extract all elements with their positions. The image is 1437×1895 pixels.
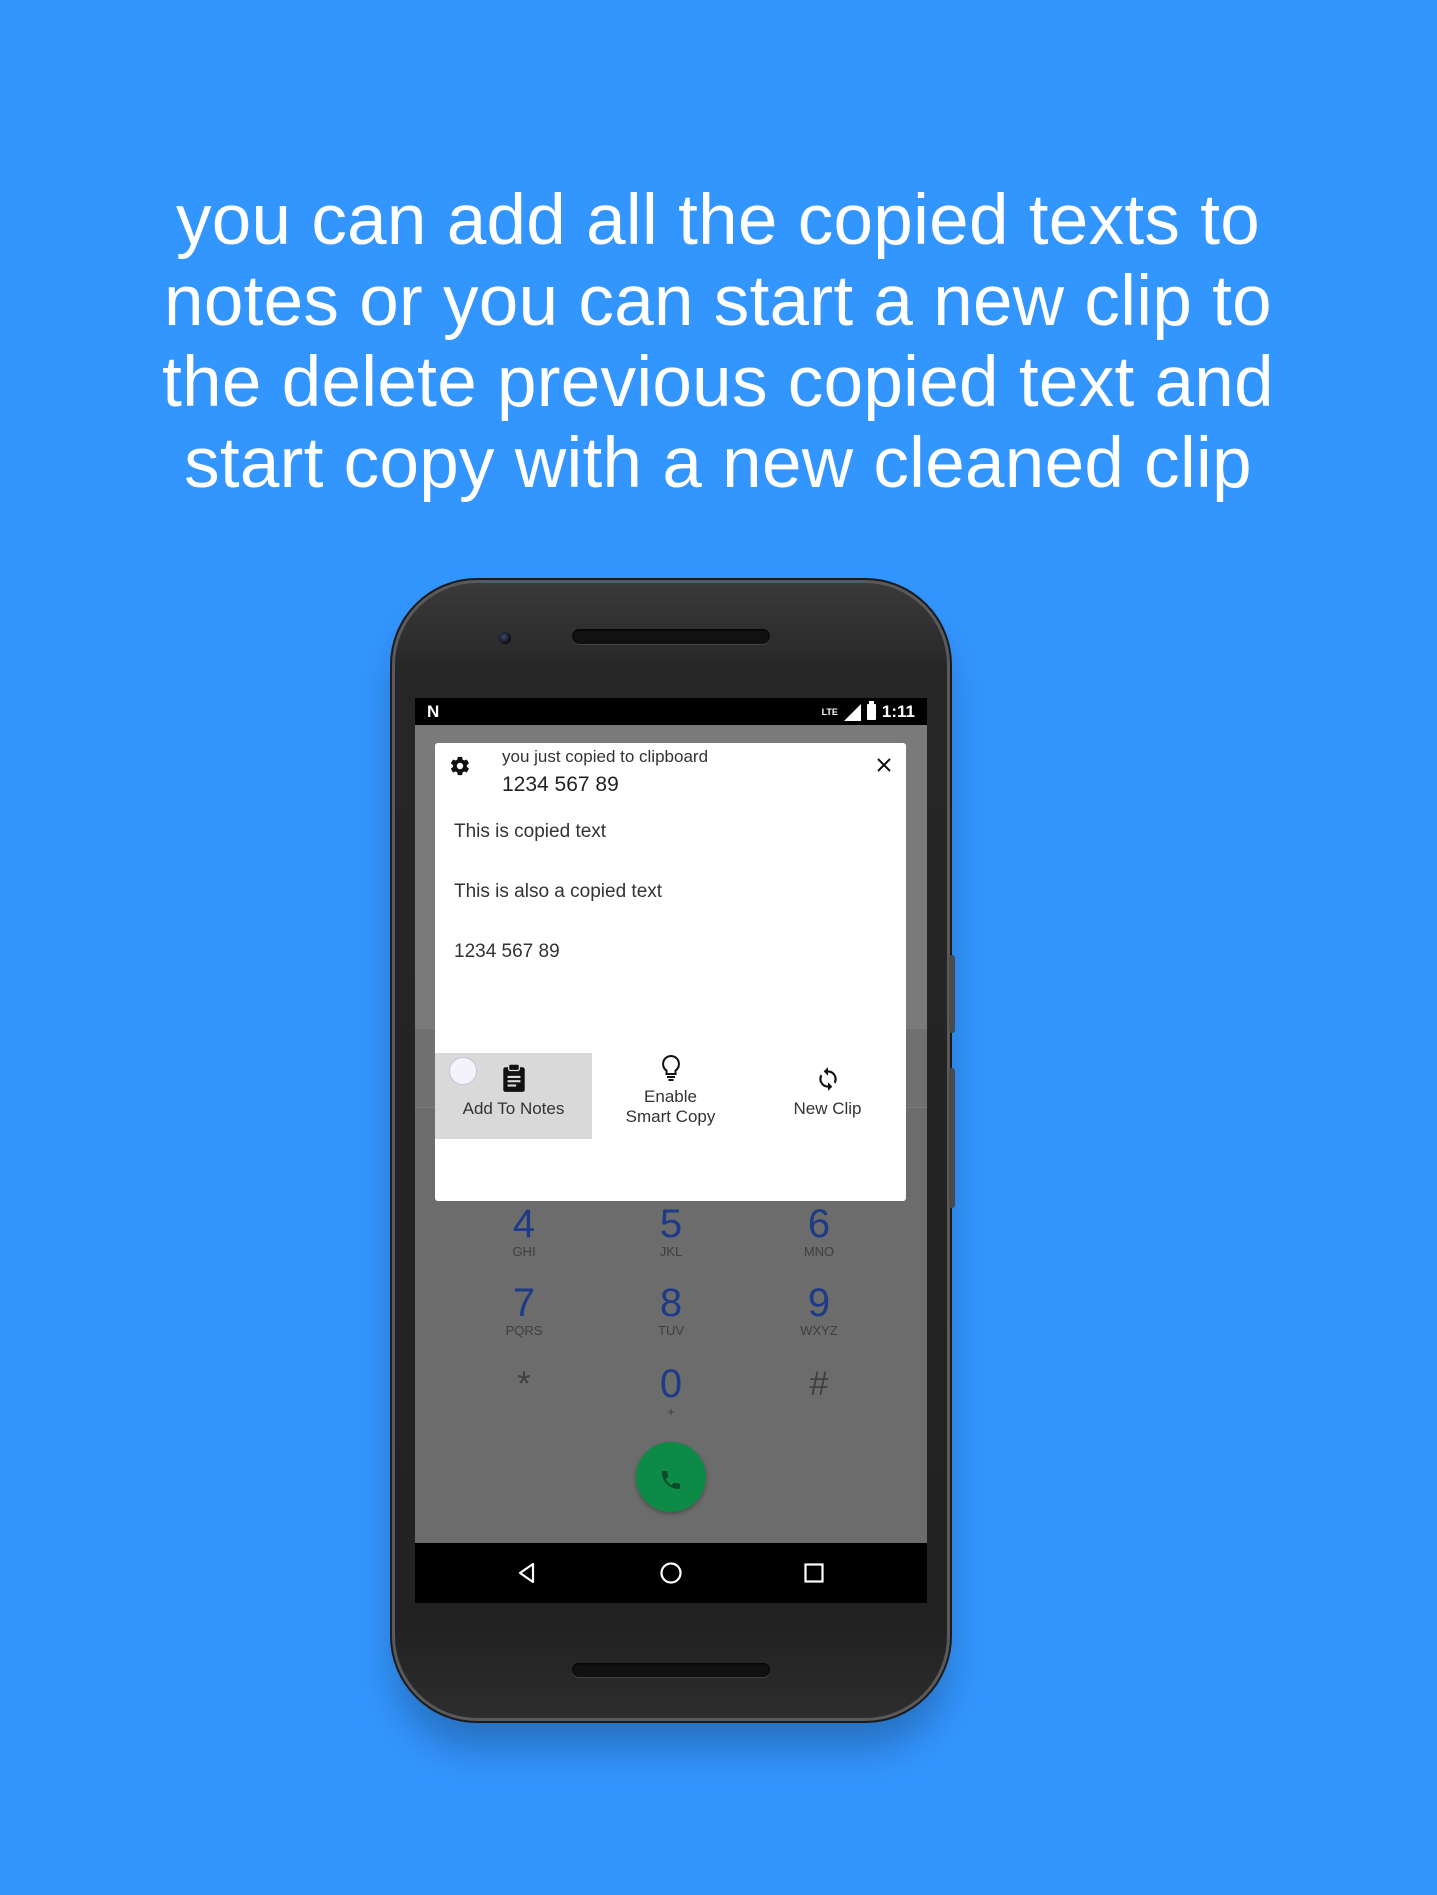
headline-line-1: you can add all the copied texts to bbox=[175, 181, 1261, 260]
dial-key-digit: 5 bbox=[659, 1202, 683, 1246]
dial-key-9[interactable]: 9 WXYZ bbox=[774, 1282, 864, 1338]
dial-key-digit: 7 bbox=[512, 1281, 536, 1325]
clipboard-dialog: you just copied to clipboard 1234 567 89… bbox=[435, 743, 906, 1201]
dial-key-letters: WXYZ bbox=[800, 1323, 838, 1338]
new-clip-label: New Clip bbox=[793, 1099, 862, 1118]
dial-key-digit: 4 bbox=[512, 1202, 536, 1246]
clipboard-icon bbox=[502, 1063, 525, 1092]
dial-key-0[interactable]: 0 + bbox=[626, 1363, 716, 1419]
headline-line-4: start copy with a new cleaned clip bbox=[184, 424, 1252, 503]
dial-key-star[interactable]: * bbox=[479, 1363, 569, 1405]
lightbulb-icon bbox=[661, 1054, 680, 1081]
dial-key-letters: GHI bbox=[512, 1244, 536, 1259]
dial-key-letters: + bbox=[667, 1404, 675, 1419]
clip-item[interactable]: This is copied text bbox=[454, 820, 662, 880]
clip-list: This is copied text This is also a copie… bbox=[454, 820, 662, 1000]
add-to-notes-button[interactable]: Add To Notes bbox=[435, 1053, 592, 1139]
dial-key-letters: JKL bbox=[659, 1244, 683, 1259]
home-icon[interactable] bbox=[659, 1561, 683, 1585]
signal-icon bbox=[843, 703, 861, 721]
dial-key-letters: PQRS bbox=[505, 1323, 543, 1338]
back-icon[interactable] bbox=[515, 1561, 539, 1585]
dial-key-hash[interactable]: # bbox=[774, 1363, 864, 1405]
close-icon[interactable] bbox=[874, 755, 894, 775]
smart-copy-label-line1: Enable bbox=[644, 1087, 697, 1106]
add-to-notes-label: Add To Notes bbox=[462, 1099, 565, 1118]
status-time: 1:11 bbox=[881, 702, 915, 721]
dial-key-digit: 9 bbox=[807, 1281, 831, 1325]
dialpad: 4 GHI 5 JKL 6 MNO 7 PQRS 8 TUV 9 WXYZ * … bbox=[415, 1203, 927, 1433]
navigation-bar bbox=[415, 1543, 927, 1603]
dial-key-8[interactable]: 8 TUV bbox=[626, 1282, 716, 1338]
recents-icon[interactable] bbox=[802, 1561, 826, 1585]
touch-ripple bbox=[449, 1057, 477, 1085]
dial-key-digit: 6 bbox=[807, 1202, 831, 1246]
settings-gear-icon[interactable] bbox=[449, 755, 471, 777]
dial-key-digit: 8 bbox=[659, 1281, 683, 1325]
phone-screen: N LTE 1:11 you just copied to clipboard … bbox=[415, 698, 927, 1603]
headline-line-3: the delete previous copied text and bbox=[162, 343, 1274, 422]
android-n-icon: N bbox=[427, 702, 440, 721]
earpiece-speaker bbox=[572, 629, 770, 644]
dial-key-7[interactable]: 7 PQRS bbox=[479, 1282, 569, 1338]
dial-key-digit: 0 bbox=[659, 1362, 683, 1406]
clip-item[interactable]: This is also a copied text bbox=[454, 880, 662, 940]
headline: you can add all the copied texts to note… bbox=[118, 180, 1318, 504]
current-clip-value: 1234 567 89 bbox=[502, 773, 619, 796]
status-icons: LTE 1:11 bbox=[821, 701, 915, 722]
dial-key-digit: # bbox=[809, 1365, 829, 1403]
dial-key-digit: * bbox=[517, 1365, 531, 1403]
refresh-icon bbox=[818, 1067, 837, 1091]
front-camera bbox=[499, 632, 511, 644]
dial-key-4[interactable]: 4 GHI bbox=[479, 1203, 569, 1259]
new-clip-button[interactable]: New Clip bbox=[749, 1053, 906, 1139]
call-button[interactable] bbox=[636, 1442, 706, 1512]
smart-copy-label-line2: Smart Copy bbox=[625, 1107, 716, 1126]
dial-key-5[interactable]: 5 JKL bbox=[626, 1203, 716, 1259]
dialog-actions: Add To Notes Enable Smart Copy New Clip bbox=[435, 1053, 906, 1139]
battery-icon bbox=[866, 701, 876, 720]
enable-smart-copy-button[interactable]: Enable Smart Copy bbox=[592, 1053, 749, 1139]
power-button bbox=[949, 955, 955, 1033]
phone-frame: N LTE 1:11 you just copied to clipboard … bbox=[395, 583, 955, 1718]
network-type: LTE bbox=[821, 707, 838, 717]
headline-line-2: notes or you can start a new clip to bbox=[164, 262, 1272, 341]
phone-icon bbox=[661, 1471, 680, 1489]
volume-button bbox=[949, 1068, 955, 1208]
clip-item[interactable]: 1234 567 89 bbox=[454, 940, 662, 1000]
dial-key-6[interactable]: 6 MNO bbox=[774, 1203, 864, 1259]
status-bar: N LTE 1:11 bbox=[415, 698, 927, 725]
dial-key-letters: TUV bbox=[658, 1323, 684, 1338]
stage: you can add all the copied texts to note… bbox=[0, 0, 1437, 1895]
dialog-subtitle: you just copied to clipboard bbox=[502, 747, 709, 766]
bottom-speaker bbox=[572, 1663, 770, 1677]
dial-key-letters: MNO bbox=[803, 1244, 835, 1259]
